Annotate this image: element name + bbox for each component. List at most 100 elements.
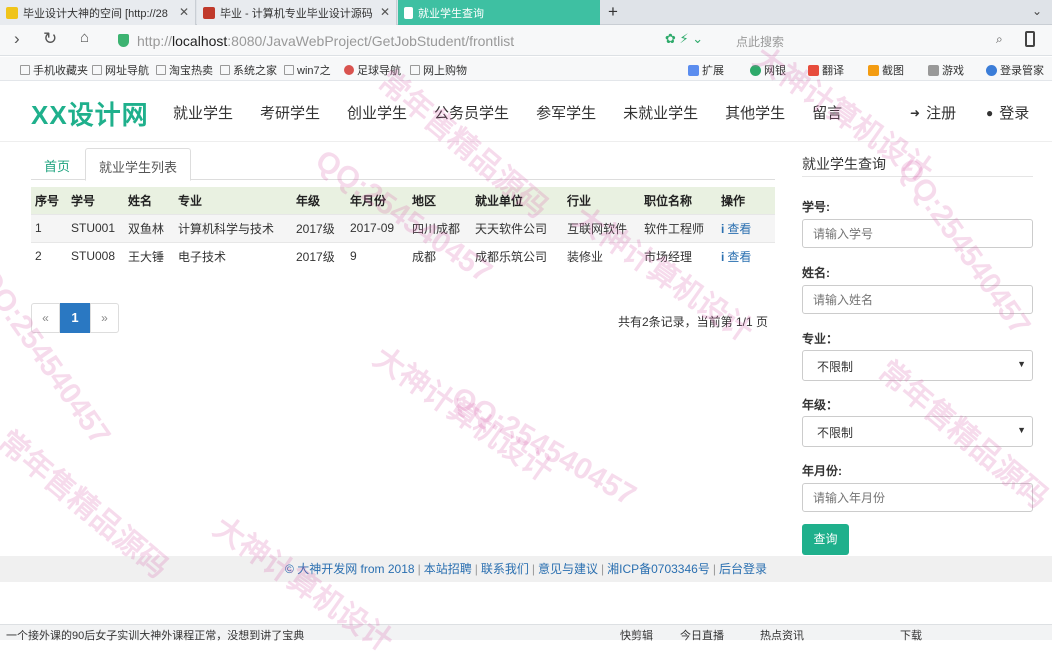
translate-label: 翻译 [822, 65, 844, 77]
address-bar: › ↻ ⌂ http://localhost:8080/JavaWebProje… [0, 25, 1052, 56]
tab-title: 毕业设计大神的空间 [http://28 [23, 7, 168, 20]
bookmark-label: 系统之家 [233, 65, 277, 77]
bookmark-label: 网址导航 [105, 65, 149, 77]
cell-name: 王大锤 [124, 241, 174, 270]
forward-icon[interactable]: › [14, 29, 20, 49]
bookmark-item[interactable]: 淘宝热卖 [156, 62, 213, 78]
employed-students-table: 序号 学号 姓名 专业 年级 年月份 地区 就业单位 行业 职位名称 操作 1 … [31, 187, 775, 270]
tab-employed-list[interactable]: 就业学生列表 [85, 148, 192, 181]
cell-industry: 装修业 [563, 241, 640, 270]
page-1-button[interactable]: 1 [60, 303, 90, 333]
url-field[interactable]: http://localhost:8080/JavaWebProject/Get… [110, 29, 722, 52]
cell-no: 2 [31, 241, 67, 270]
new-tab-button[interactable]: + [608, 2, 618, 22]
close-tab-icon[interactable]: ✕ [179, 5, 189, 19]
caret-down-icon: ▼ [1017, 425, 1026, 435]
search-icon[interactable]: ⌕ [996, 32, 1003, 47]
major-label: 专业： [802, 332, 839, 346]
col-header: 学号 [67, 187, 124, 214]
ebank-button[interactable]: 网银 [750, 62, 786, 78]
reload-icon[interactable]: ↻ [43, 29, 57, 49]
search-input[interactable]: 点此搜索 [728, 29, 1012, 52]
bookmark-icon [92, 65, 102, 75]
caret-down-icon: ▼ [1017, 359, 1026, 369]
col-header: 序号 [31, 187, 67, 214]
sign-in-arrow-icon: ➜ [910, 105, 921, 120]
site-logo[interactable]: XX设计网 [31, 95, 149, 132]
hot-news-button[interactable]: 热点资讯 [760, 627, 804, 643]
nav-item-unemployed[interactable]: 未就业学生 [623, 102, 698, 123]
major-select[interactable]: 不限制 ▼ [802, 350, 1033, 381]
bookmark-item[interactable]: win7之 [284, 62, 331, 78]
footer-icp[interactable]: 湘ICP备0703346号 [607, 562, 710, 576]
bookmark-icon [156, 65, 166, 75]
bookmark-item[interactable]: 系统之家 [220, 62, 277, 78]
cell-position: 软件工程师 [640, 213, 717, 242]
bookmark-item[interactable]: 手机收藏夹 [20, 62, 88, 78]
phone-icon[interactable] [1025, 31, 1035, 47]
grade-select[interactable]: 不限制 ▼ [802, 416, 1033, 447]
extensions-button[interactable]: 扩展 [688, 62, 724, 78]
download-button[interactable]: 下载 [900, 627, 922, 643]
search-submit-button[interactable]: 查询 [802, 524, 849, 555]
speed-mode-icon[interactable]: ✿ ⚡ ⌄ [665, 31, 703, 47]
extensions-label: 扩展 [702, 65, 724, 77]
nav-item-startup[interactable]: 创业学生 [347, 102, 407, 123]
login-manager-label: 登录管家 [1000, 65, 1044, 77]
footer-link-contact[interactable]: 联系我们 [481, 562, 529, 576]
nav-item-message[interactable]: 留言 [812, 102, 842, 123]
prev-page-button[interactable]: « [31, 303, 60, 333]
cell-no: 1 [31, 213, 67, 242]
footer-link-feedback[interactable]: 意见与建议 [538, 562, 598, 576]
search-panel-title: 就业学生查询 [802, 156, 886, 172]
news-ticker[interactable]: 一个接外课的90后女子实训大神外课程正常，没想到讲了宝典 [6, 627, 304, 643]
site-favicon-icon [203, 6, 215, 19]
close-tab-icon[interactable]: ✕ [380, 5, 390, 19]
next-page-button[interactable]: » [90, 303, 119, 333]
copyright: © 大神开发网 from 2018 [285, 562, 415, 576]
cell-student-id: STU008 [67, 241, 124, 270]
register-label: 注册 [926, 105, 957, 122]
live-button[interactable]: 今日直播 [680, 627, 724, 643]
bookmark-item[interactable]: 网上购物 [410, 62, 467, 78]
bookmark-label: 网上购物 [423, 65, 467, 77]
browser-tab[interactable]: 毕业 - 计算机专业毕业设计源码 ✕ [197, 0, 397, 25]
view-link[interactable]: i 查看 [717, 213, 775, 242]
page-icon [404, 6, 413, 19]
translate-button[interactable]: 翻译 [808, 62, 844, 78]
content-tabs: 首页 就业学生列表 [31, 148, 775, 181]
nav-item-postgraduate[interactable]: 考研学生 [260, 102, 320, 123]
nav-item-military[interactable]: 参军学生 [536, 102, 596, 123]
login-link[interactable]: ● 登录 [986, 102, 1029, 123]
name-input[interactable] [802, 285, 1033, 314]
browser-tab[interactable]: 毕业设计大神的空间 [http://28 ✕ [0, 0, 196, 25]
view-link[interactable]: i 查看 [717, 241, 775, 270]
home-icon[interactable]: ⌂ [80, 29, 89, 46]
browser-tab-bar: 毕业设计大神的空间 [http://28 ✕ 毕业 - 计算机专业毕业设计源码 … [0, 0, 1052, 25]
games-button[interactable]: 游戏 [928, 62, 964, 78]
register-link[interactable]: ➜ 注册 [910, 102, 956, 123]
watermark: QQ:254540457 [0, 262, 117, 451]
screenshot-button[interactable]: 截图 [868, 62, 904, 78]
bookmark-item[interactable]: 足球导航 [344, 62, 401, 78]
cell-month: 9 [346, 241, 408, 270]
key-icon [986, 64, 997, 76]
login-manager-button[interactable]: 登录管家 [986, 62, 1044, 78]
col-header: 专业 [174, 187, 292, 214]
month-input[interactable] [802, 483, 1033, 512]
tab-home[interactable]: 首页 [31, 148, 83, 180]
bookmark-item[interactable]: 网址导航 [92, 62, 149, 78]
view-label: 查看 [727, 249, 752, 264]
browser-tab-active[interactable]: 就业学生查询 [398, 0, 600, 25]
nav-item-civil-servant[interactable]: 公务员学生 [434, 102, 509, 123]
student-id-input[interactable] [802, 219, 1033, 248]
footer-link-admin-login[interactable]: 后台登录 [719, 562, 767, 576]
cell-position: 市场经理 [640, 241, 717, 270]
quick-clip-button[interactable]: 快剪辑 [620, 627, 653, 643]
cell-company: 天天软件公司 [471, 213, 563, 242]
nav-item-employed[interactable]: 就业学生 [173, 102, 233, 123]
site-header: XX设计网 就业学生 考研学生 创业学生 公务员学生 参军学生 未就业学生 其他… [0, 82, 1052, 142]
collapse-icon[interactable]: ⌄ [1032, 4, 1042, 18]
footer-link-jobs[interactable]: 本站招聘 [424, 562, 472, 576]
nav-item-other[interactable]: 其他学生 [725, 102, 785, 123]
